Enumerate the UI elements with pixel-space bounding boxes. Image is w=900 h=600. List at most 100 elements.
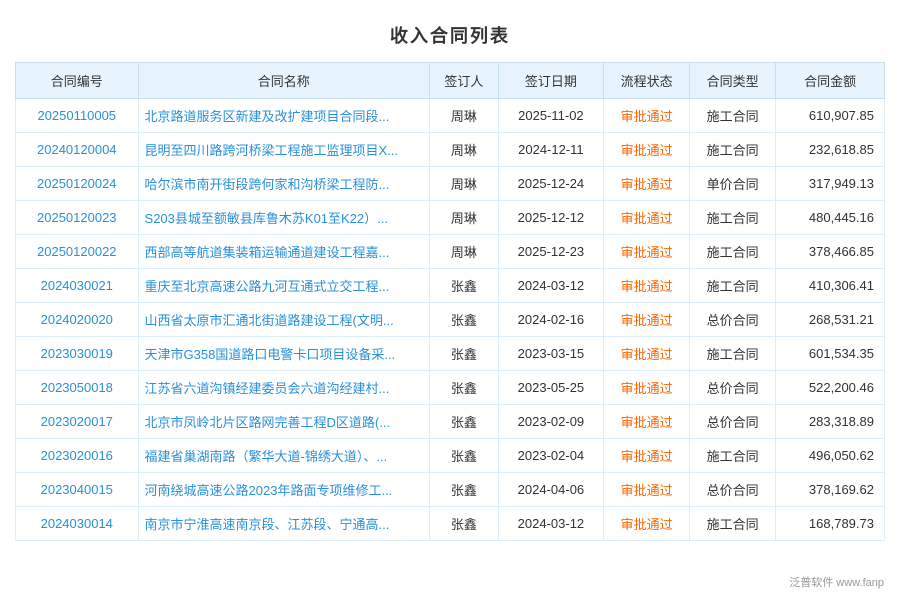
contract-status-cell: 审批通过 xyxy=(604,337,690,371)
contract-signer-cell: 周琳 xyxy=(429,235,498,269)
contract-signer-cell: 周琳 xyxy=(429,133,498,167)
contract-name-cell[interactable]: 南京市宁淮高速南京段、江苏段、宁通高... xyxy=(138,507,429,541)
contract-type-cell: 总价合同 xyxy=(690,371,776,405)
contract-amount-cell: 480,445.16 xyxy=(776,201,885,235)
col-header-signer: 签订人 xyxy=(429,63,498,99)
table-row: 2024020020山西省太原市汇通北街道路建设工程(文明...张鑫2024-0… xyxy=(16,303,885,337)
contract-id-cell[interactable]: 2023030019 xyxy=(16,337,139,371)
contract-id-cell[interactable]: 2023040015 xyxy=(16,473,139,507)
contract-date-cell: 2024-03-12 xyxy=(498,507,603,541)
contract-name-cell[interactable]: 北京路道服务区新建及改扩建项目合同段... xyxy=(138,99,429,133)
contract-status-cell: 审批通过 xyxy=(604,167,690,201)
contract-signer-cell: 周琳 xyxy=(429,201,498,235)
table-row: 20250120023S203县城至额敏县库鲁木苏K01至K22）...周琳20… xyxy=(16,201,885,235)
contract-date-cell: 2023-03-15 xyxy=(498,337,603,371)
contract-amount-cell: 522,200.46 xyxy=(776,371,885,405)
contract-name-cell[interactable]: 西部高等航道集装箱运输通道建设工程嘉... xyxy=(138,235,429,269)
contract-signer-cell: 周琳 xyxy=(429,99,498,133)
col-header-date: 签订日期 xyxy=(498,63,603,99)
contract-name-cell[interactable]: 山西省太原市汇通北街道路建设工程(文明... xyxy=(138,303,429,337)
table-row: 2023020017北京市凤岭北片区路网完善工程D区道路(...张鑫2023-0… xyxy=(16,405,885,439)
contract-status-cell: 审批通过 xyxy=(604,507,690,541)
contract-type-cell: 施工合同 xyxy=(690,269,776,303)
contract-type-cell: 施工合同 xyxy=(690,337,776,371)
contract-type-cell: 单价合同 xyxy=(690,167,776,201)
contract-signer-cell: 张鑫 xyxy=(429,439,498,473)
contract-id-cell[interactable]: 20250110005 xyxy=(16,99,139,133)
contract-signer-cell: 张鑫 xyxy=(429,371,498,405)
contract-id-cell[interactable]: 2023050018 xyxy=(16,371,139,405)
contract-name-cell[interactable]: 天津市G358国道路口电警卡口项目设备采... xyxy=(138,337,429,371)
contract-amount-cell: 168,789.73 xyxy=(776,507,885,541)
col-header-name: 合同名称 xyxy=(138,63,429,99)
brand-icon: 泛普软件 xyxy=(789,577,833,589)
contract-amount-cell: 317,949.13 xyxy=(776,167,885,201)
contract-id-cell[interactable]: 20250120023 xyxy=(16,201,139,235)
contract-id-cell[interactable]: 2024020020 xyxy=(16,303,139,337)
col-header-status: 流程状态 xyxy=(604,63,690,99)
contract-amount-cell: 283,318.89 xyxy=(776,405,885,439)
contract-amount-cell: 496,050.62 xyxy=(776,439,885,473)
contract-name-cell[interactable]: 北京市凤岭北片区路网完善工程D区道路(... xyxy=(138,405,429,439)
table-row: 2024030021重庆至北京高速公路九河互通式立交工程...张鑫2024-03… xyxy=(16,269,885,303)
contract-date-cell: 2023-05-25 xyxy=(498,371,603,405)
contract-name-cell[interactable]: 福建省巢湖南路（繁华大道-锦绣大道）、... xyxy=(138,439,429,473)
contract-id-cell[interactable]: 2024030021 xyxy=(16,269,139,303)
main-container: 收入合同列表 合同编号 合同名称 签订人 签订日期 流程状态 合同类型 合同金额… xyxy=(0,0,900,600)
contract-signer-cell: 张鑫 xyxy=(429,337,498,371)
contract-date-cell: 2023-02-09 xyxy=(498,405,603,439)
contract-status-cell: 审批通过 xyxy=(604,99,690,133)
table-row: 20250110005北京路道服务区新建及改扩建项目合同段...周琳2025-1… xyxy=(16,99,885,133)
col-header-id: 合同编号 xyxy=(16,63,139,99)
contract-signer-cell: 周琳 xyxy=(429,167,498,201)
contract-name-cell[interactable]: 昆明至四川路跨河桥梁工程施工监理项目X... xyxy=(138,133,429,167)
table-header-row: 合同编号 合同名称 签订人 签订日期 流程状态 合同类型 合同金额 xyxy=(16,63,885,99)
table-row: 2024030014南京市宁淮高速南京段、江苏段、宁通高...张鑫2024-03… xyxy=(16,507,885,541)
contract-signer-cell: 张鑫 xyxy=(429,405,498,439)
contract-date-cell: 2025-12-24 xyxy=(498,167,603,201)
contract-amount-cell: 378,466.85 xyxy=(776,235,885,269)
contract-id-cell[interactable]: 2023020017 xyxy=(16,405,139,439)
contract-type-cell: 施工合同 xyxy=(690,235,776,269)
contract-amount-cell: 410,306.41 xyxy=(776,269,885,303)
contract-name-cell[interactable]: 江苏省六道沟镇经建委员会六道沟经建村... xyxy=(138,371,429,405)
contract-type-cell: 总价合同 xyxy=(690,303,776,337)
contract-type-cell: 总价合同 xyxy=(690,405,776,439)
contract-name-cell[interactable]: 重庆至北京高速公路九河互通式立交工程... xyxy=(138,269,429,303)
table-row: 20240120004昆明至四川路跨河桥梁工程施工监理项目X...周琳2024-… xyxy=(16,133,885,167)
contract-type-cell: 施工合同 xyxy=(690,439,776,473)
contract-status-cell: 审批通过 xyxy=(604,303,690,337)
table-row: 2023030019天津市G358国道路口电警卡口项目设备采...张鑫2023-… xyxy=(16,337,885,371)
contract-signer-cell: 张鑫 xyxy=(429,507,498,541)
col-header-amount: 合同金额 xyxy=(776,63,885,99)
contract-id-cell[interactable]: 20240120004 xyxy=(16,133,139,167)
contract-status-cell: 审批通过 xyxy=(604,439,690,473)
table-row: 2023040015河南绕城高速公路2023年路面专项维修工...张鑫2024-… xyxy=(16,473,885,507)
contract-name-cell[interactable]: 哈尔滨市南开街段跨何家和沟桥梁工程防... xyxy=(138,167,429,201)
contract-signer-cell: 张鑫 xyxy=(429,303,498,337)
contract-type-cell: 施工合同 xyxy=(690,201,776,235)
contract-name-cell[interactable]: 河南绕城高速公路2023年路面专项维修工... xyxy=(138,473,429,507)
contract-status-cell: 审批通过 xyxy=(604,201,690,235)
contract-date-cell: 2024-02-16 xyxy=(498,303,603,337)
contract-date-cell: 2023-02-04 xyxy=(498,439,603,473)
contract-id-cell[interactable]: 2024030014 xyxy=(16,507,139,541)
contract-status-cell: 审批通过 xyxy=(604,405,690,439)
contract-status-cell: 审批通过 xyxy=(604,371,690,405)
watermark: 泛普软件 www.fanp xyxy=(785,572,888,592)
contract-name-cell[interactable]: S203县城至额敏县库鲁木苏K01至K22）... xyxy=(138,201,429,235)
contract-type-cell: 施工合同 xyxy=(690,133,776,167)
contract-id-cell[interactable]: 2023020016 xyxy=(16,439,139,473)
contract-id-cell[interactable]: 20250120024 xyxy=(16,167,139,201)
contract-table: 合同编号 合同名称 签订人 签订日期 流程状态 合同类型 合同金额 202501… xyxy=(15,62,885,541)
contract-date-cell: 2025-12-12 xyxy=(498,201,603,235)
contract-type-cell: 施工合同 xyxy=(690,99,776,133)
contract-amount-cell: 601,534.35 xyxy=(776,337,885,371)
contract-id-cell[interactable]: 20250120022 xyxy=(16,235,139,269)
table-row: 20250120024哈尔滨市南开街段跨何家和沟桥梁工程防...周琳2025-1… xyxy=(16,167,885,201)
contract-amount-cell: 232,618.85 xyxy=(776,133,885,167)
watermark-url: www.fanp xyxy=(836,577,884,589)
contract-type-cell: 总价合同 xyxy=(690,473,776,507)
col-header-type: 合同类型 xyxy=(690,63,776,99)
contract-date-cell: 2025-12-23 xyxy=(498,235,603,269)
